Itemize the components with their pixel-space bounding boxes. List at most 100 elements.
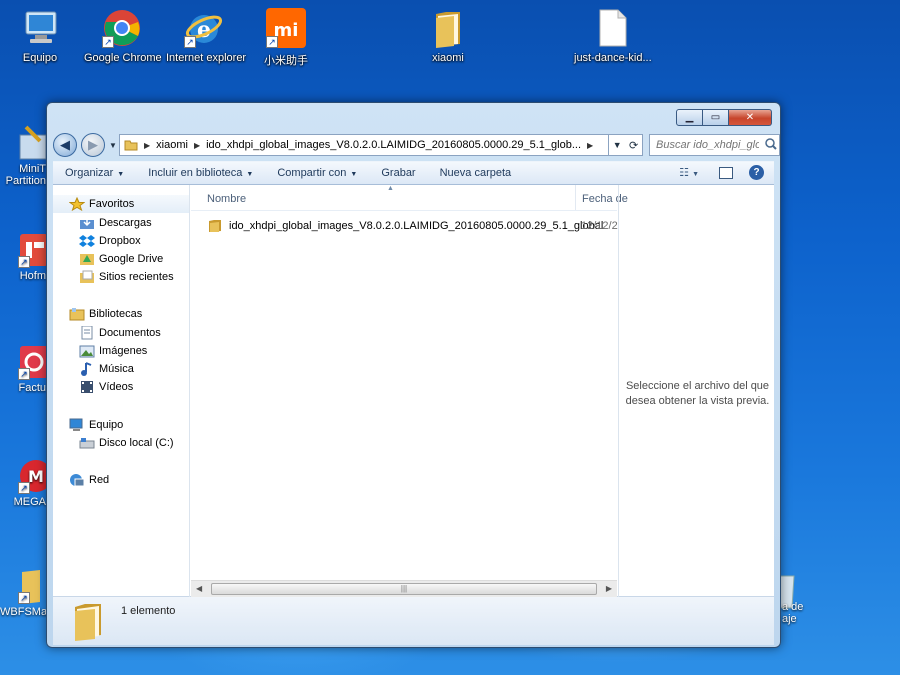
horizontal-scrollbar[interactable]: ◀ ||| ▶ <box>191 580 617 597</box>
minitool-icon <box>18 125 48 161</box>
desktop-icon-equipo[interactable]: Equipo <box>2 8 78 64</box>
desktop-icon-label: 小米助手 <box>264 55 308 67</box>
organize-button[interactable]: Organizar ▼ <box>53 167 136 179</box>
breadcrumb-separator-icon[interactable]: ▶ <box>194 141 200 150</box>
preview-pane-icon[interactable] <box>719 166 733 179</box>
preview-pane: Seleccione el archivo del que desea obte… <box>618 185 774 597</box>
nav-dropbox-label: Dropbox <box>99 235 141 247</box>
nav-documents[interactable]: Documentos <box>79 324 161 342</box>
view-options-icon[interactable]: ☷ ▼ <box>679 166 699 179</box>
nav-local-disk[interactable]: Disco local (C:) <box>79 434 174 452</box>
address-dropdown-icon[interactable]: ▼ <box>613 140 622 150</box>
desktop-icon-mega[interactable]: M ↗ MEGA <box>0 458 52 508</box>
caption-buttons: ▁ ▭ ✕ <box>676 109 772 126</box>
desktop-icon-minitool[interactable]: MiniT Partition <box>0 125 48 187</box>
nav-downloads[interactable]: Descargas <box>79 214 152 232</box>
shortcut-arrow-icon: ↗ <box>266 36 278 48</box>
nav-music[interactable]: Música <box>79 360 134 378</box>
desktop-icon-label: Internet explorer <box>166 52 247 64</box>
file-name: ido_xhdpi_global_images_V8.0.2.0.LAIMIDG… <box>229 220 604 232</box>
file-list: ▲ Nombre Fecha de ido_xhdpi_global_image… <box>191 185 628 597</box>
search-icon[interactable] <box>765 138 777 150</box>
desktop-icon-chrome[interactable]: ↗ Google Chrome <box>84 8 162 64</box>
nav-network[interactable]: Red <box>69 471 109 489</box>
share-button[interactable]: Compartir con ▼ <box>265 167 369 179</box>
column-name[interactable]: Nombre <box>207 193 246 205</box>
desktop-icon-label: Hofm <box>19 270 46 282</box>
nav-music-label: Música <box>99 363 134 375</box>
desktop-icon-label: xiaomi <box>432 52 464 64</box>
preview-message: Seleccione el archivo del que desea obte… <box>625 380 770 407</box>
help-icon[interactable]: ? <box>749 165 764 180</box>
recent-places-icon <box>79 270 95 284</box>
chevron-down-icon: ▼ <box>117 171 125 178</box>
folder-icon <box>428 8 468 48</box>
app-icon: ↗ <box>18 232 48 268</box>
nav-recent[interactable]: Sitios recientes <box>79 268 174 286</box>
desktop-icon-xiaomi-folder[interactable]: xiaomi <box>410 8 486 64</box>
desktop-icon-mi[interactable]: mi ↗ 小米助手 <box>248 8 324 68</box>
share-label: Compartir con <box>277 167 347 179</box>
breadcrumb-xiaomi[interactable]: xiaomi <box>156 139 188 151</box>
desktop-icon-file[interactable]: just-dance-kid... <box>574 8 652 64</box>
nav-libraries[interactable]: Bibliotecas <box>69 305 142 323</box>
scrollbar-thumb[interactable]: ||| <box>211 583 597 595</box>
desktop-icon-wbfs[interactable]: ↗ WBFSMa <box>0 568 48 618</box>
search-input[interactable] <box>649 134 780 156</box>
star-icon <box>68 196 86 212</box>
nav-computer[interactable]: Equipo <box>69 416 123 434</box>
desktop-icon-ie[interactable]: e ↗ Internet explorer <box>166 8 247 64</box>
ie-icon: e ↗ <box>184 8 224 48</box>
recent-pages-dropdown[interactable]: ▼ <box>109 141 117 150</box>
libraries-icon <box>69 307 85 321</box>
breadcrumb-current[interactable]: ido_xhdpi_global_images_V8.0.2.0.LAIMIDG… <box>206 139 581 151</box>
burn-label: Grabar <box>381 167 416 179</box>
nav-videos-label: Vídeos <box>99 381 134 393</box>
nav-network-label: Red <box>89 474 110 486</box>
desktop-icon-label: MiniT Partition <box>5 163 46 187</box>
shortcut-arrow-icon: ↗ <box>18 482 30 494</box>
back-button[interactable]: ◀ <box>53 133 77 157</box>
breadcrumb-separator-icon[interactable]: ▶ <box>587 141 593 150</box>
breadcrumb-separator-icon[interactable]: ▶ <box>144 141 150 150</box>
nav-local-disk-label: Disco local (C:) <box>99 437 174 449</box>
organize-label: Organizar <box>65 167 114 179</box>
navigation-pane: Favoritos Descargas Dropbox Google Drive… <box>53 185 190 597</box>
refresh-icon[interactable]: ⟳ <box>629 139 638 152</box>
explorer-window[interactable]: ▁ ▭ ✕ ◀ ▶ ▼ ▶ xiaomi ▶ ido_xhdpi_global_… <box>46 102 781 648</box>
hard-drive-icon <box>79 436 95 450</box>
svg-text:M: M <box>28 467 44 486</box>
desktop-icon-factu[interactable]: ↗ Factu <box>0 344 48 394</box>
address-bar[interactable]: ▶ xiaomi ▶ ido_xhdpi_global_images_V8.0.… <box>119 134 609 156</box>
videos-icon <box>79 380 95 394</box>
nav-dropbox[interactable]: Dropbox <box>79 232 141 250</box>
google-drive-icon <box>79 252 95 266</box>
include-library-button[interactable]: Incluir en biblioteca ▼ <box>136 167 265 179</box>
maximize-button[interactable]: ▭ <box>703 109 729 126</box>
new-folder-button[interactable]: Nueva carpeta <box>428 167 524 179</box>
music-icon <box>79 362 95 376</box>
nav-videos[interactable]: Vídeos <box>79 378 133 396</box>
item-count: 1 elemento <box>121 605 176 617</box>
nav-images[interactable]: Imágenes <box>79 342 147 360</box>
nav-favorites[interactable]: Favoritos <box>53 195 189 213</box>
minimize-button[interactable]: ▁ <box>676 109 703 126</box>
desktop-icon-label: Google Chrome <box>84 52 162 64</box>
mi-icon: mi ↗ <box>266 8 306 48</box>
mega-icon: M ↗ <box>18 458 52 494</box>
app-icon: ↗ <box>18 344 48 380</box>
file-row[interactable]: ido_xhdpi_global_images_V8.0.2.0.LAIMIDG… <box>207 217 603 235</box>
new-folder-label: Nueva carpeta <box>439 167 512 179</box>
sort-arrow-icon: ▲ <box>387 185 394 192</box>
desktop-icon-hofm[interactable]: ↗ Hofm <box>0 232 48 282</box>
close-button[interactable]: ✕ <box>729 109 772 126</box>
scroll-left-icon[interactable]: ◀ <box>196 584 202 593</box>
nav-google-drive[interactable]: Google Drive <box>79 250 163 268</box>
computer-icon <box>69 418 85 432</box>
folder-icon <box>209 220 221 232</box>
burn-button[interactable]: Grabar <box>369 167 427 179</box>
folder-icon <box>124 140 138 151</box>
forward-button[interactable]: ▶ <box>81 133 105 157</box>
scroll-right-icon[interactable]: ▶ <box>606 584 612 593</box>
folder-icon: ↗ <box>18 568 48 604</box>
